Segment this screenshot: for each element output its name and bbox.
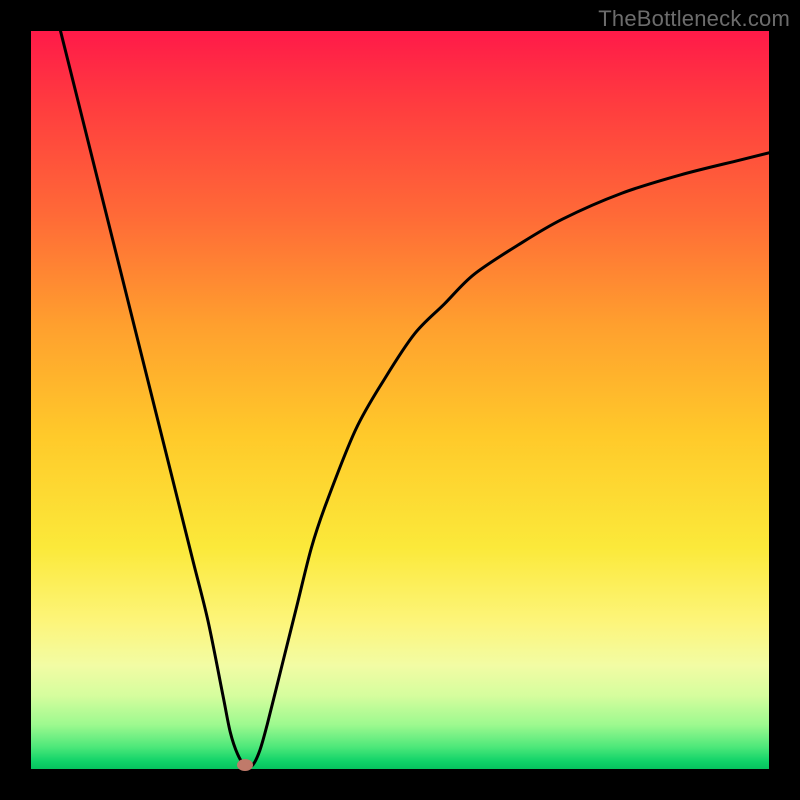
chart-frame: TheBottleneck.com — [0, 0, 800, 800]
plot-area — [31, 31, 769, 769]
watermark-text: TheBottleneck.com — [598, 6, 790, 32]
bottleneck-curve — [31, 31, 769, 769]
optimal-point-marker — [237, 759, 253, 771]
